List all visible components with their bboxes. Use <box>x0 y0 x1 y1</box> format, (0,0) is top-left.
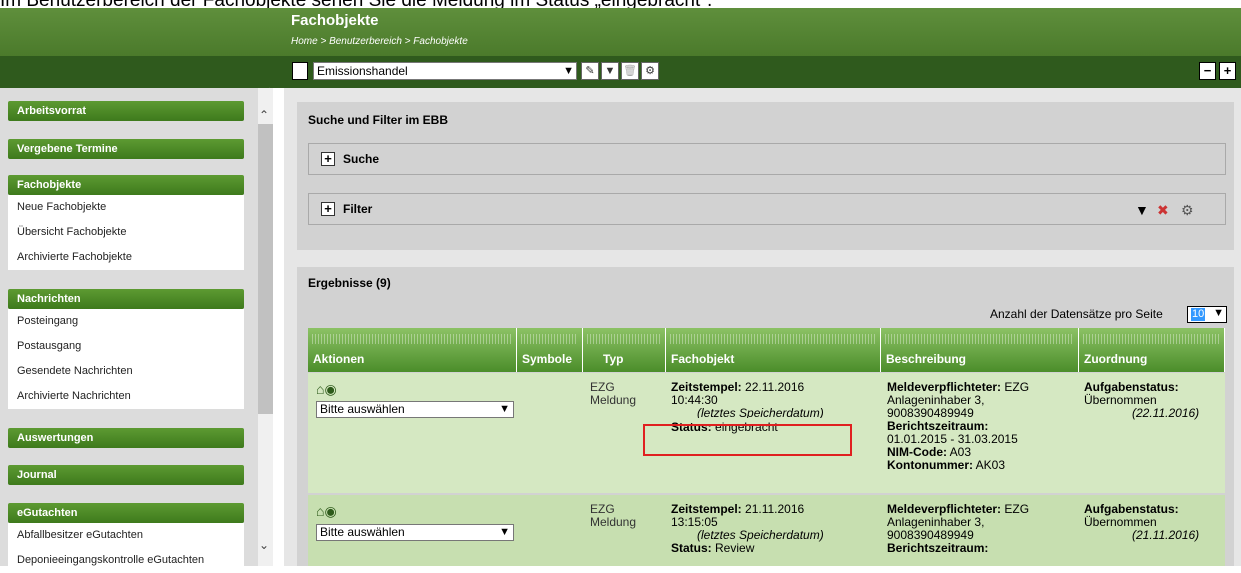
sidebar-group-title[interactable]: Nachrichten <box>8 289 244 309</box>
fachobjekt-cell: Zeitstempel: 21.11.2016 13:15:05 (letzte… <box>671 503 876 555</box>
sidebar-item-deponieeingang[interactable]: Deponieeingangskontrolle eGutachten <box>8 548 244 573</box>
sidebar-item-archivierte-nachrichten[interactable]: Archivierte Nachrichten <box>8 384 244 409</box>
sidebar-group-title[interactable]: Vergebene Termine <box>8 139 244 159</box>
row-action-select[interactable]: Bitte auswählen ▼ <box>316 401 514 418</box>
sidebar-item-neue-fachobjekte[interactable]: Neue Fachobjekte <box>8 195 244 220</box>
per-page-label: Anzahl der Datensätze pro Seite <box>990 307 1163 321</box>
expand-all-icon[interactable]: + <box>1219 62 1236 80</box>
header-banner: Fachobjekte Home > Benutzerbereich > Fac… <box>0 8 1241 56</box>
search-section[interactable]: + Suche <box>308 143 1226 175</box>
sidebar-scrollbar-thumb[interactable] <box>258 124 273 414</box>
sidebar-item-postausgang[interactable]: Postausgang <box>8 334 244 359</box>
column-header-beschreibung[interactable]: Beschreibung <box>881 328 1079 372</box>
chevron-down-icon: ▼ <box>499 403 510 415</box>
lock-view-icon[interactable]: ⌂◉ <box>316 503 337 520</box>
fachobjekt-type-value: Emissionshandel <box>317 64 408 78</box>
trash-icon[interactable]: 🗑 <box>621 62 639 80</box>
status-text: Status: Review <box>671 541 755 555</box>
column-header-aktionen[interactable]: Aktionen <box>308 328 517 372</box>
expand-icon[interactable]: + <box>321 202 335 216</box>
highlight-box <box>643 424 852 456</box>
sidebar-item-posteingang[interactable]: Posteingang <box>8 309 244 334</box>
document-icon[interactable] <box>292 62 308 80</box>
scroll-down-icon[interactable]: ⌄ <box>259 538 269 552</box>
sidebar-item-gesendete-nachrichten[interactable]: Gesendete Nachrichten <box>8 359 244 384</box>
page-title: Fachobjekte <box>291 12 379 29</box>
sidebar-group-nachrichten: Nachrichten Posteingang Postausgang Gese… <box>8 289 244 409</box>
filter-apply-icon[interactable]: ▼ <box>1135 202 1149 218</box>
sidebar-group-title[interactable]: Arbeitsvorrat <box>8 101 244 121</box>
sidebar-item-uebersicht-fachobjekte[interactable]: Übersicht Fachobjekte <box>8 220 244 245</box>
sidebar-group-title[interactable]: Fachobjekte <box>8 175 244 195</box>
filter-label[interactable]: Filter <box>343 202 372 216</box>
per-page-value: 10 <box>1191 308 1206 321</box>
chevron-down-icon: ▼ <box>563 65 574 77</box>
per-page-select[interactable]: 10 ▼ <box>1187 306 1227 323</box>
filter-clear-icon[interactable]: ✖ <box>1157 202 1169 219</box>
description-cell: Meldeverpflichteter: EZG Anlageninhaber … <box>887 380 1030 472</box>
chevron-down-icon: ▼ <box>1213 307 1224 319</box>
filter-section[interactable]: + Filter ▼ ✖ ⚙ <box>308 193 1226 225</box>
search-label[interactable]: Suche <box>343 152 379 166</box>
zuordnung-cell: Aufgabenstatus: Übernommen (21.11.2016) <box>1084 502 1200 542</box>
filter-icon[interactable]: ▼ <box>601 62 619 80</box>
filter-settings-icon[interactable]: ⚙ <box>1181 202 1194 219</box>
sidebar-group-termine[interactable]: Vergebene Termine <box>8 139 244 159</box>
sidebar-group-title[interactable]: eGutachten <box>8 503 244 523</box>
sidebar-group-title[interactable]: Auswertungen <box>8 428 244 448</box>
sidebar-group-journal[interactable]: Journal <box>8 465 244 485</box>
zuordnung-cell: Aufgabenstatus: Übernommen (22.11.2016) <box>1084 380 1200 420</box>
sidebar-group-fachobjekte: Fachobjekte Neue Fachobjekte Übersicht F… <box>8 175 244 270</box>
chevron-down-icon: ▼ <box>499 526 510 538</box>
column-header-typ[interactable]: Typ <box>583 328 666 372</box>
description-cell: Meldeverpflichteter: EZG Anlageninhaber … <box>887 502 1030 555</box>
row-action-select[interactable]: Bitte auswählen ▼ <box>316 524 514 541</box>
sidebar-group-auswertungen[interactable]: Auswertungen <box>8 428 244 448</box>
column-header-zuordnung[interactable]: Zuordnung <box>1079 328 1225 372</box>
breadcrumb[interactable]: Home > Benutzerbereich > Fachobjekte <box>291 36 468 47</box>
type-cell: EZG Meldung <box>590 380 637 407</box>
sidebar-group-arbeitsvorrat[interactable]: Arbeitsvorrat <box>8 101 244 121</box>
settings-icon[interactable]: ⚙ <box>641 62 659 80</box>
sidebar-group-title[interactable]: Journal <box>8 465 244 485</box>
column-header-symbole[interactable]: Symbole <box>517 328 583 372</box>
results-title: Ergebnisse (9) <box>308 276 391 290</box>
expand-icon[interactable]: + <box>321 152 335 166</box>
collapse-all-icon[interactable]: − <box>1199 62 1216 80</box>
type-cell: EZG Meldung <box>590 502 637 529</box>
caption-text: Im Benutzerbereich der Fachobjekte sehen… <box>0 0 1241 8</box>
sidebar-group-egutachten: eGutachten Abfallbesitzer eGutachten Dep… <box>8 503 244 573</box>
scroll-up-icon[interactable]: ⌃ <box>259 108 269 122</box>
fachobjekt-type-select[interactable]: Emissionshandel ▼ <box>313 62 577 80</box>
sidebar-item-archivierte-fachobjekte[interactable]: Archivierte Fachobjekte <box>8 245 244 270</box>
edit-icon[interactable]: ✎ <box>581 62 599 80</box>
sidebar-item-abfallbesitzer[interactable]: Abfallbesitzer eGutachten <box>8 523 244 548</box>
search-panel-title: Suche und Filter im EBB <box>308 113 449 127</box>
column-header-fachobjekt[interactable]: Fachobjekt <box>666 328 881 372</box>
lock-view-icon[interactable]: ⌂◉ <box>316 381 337 398</box>
